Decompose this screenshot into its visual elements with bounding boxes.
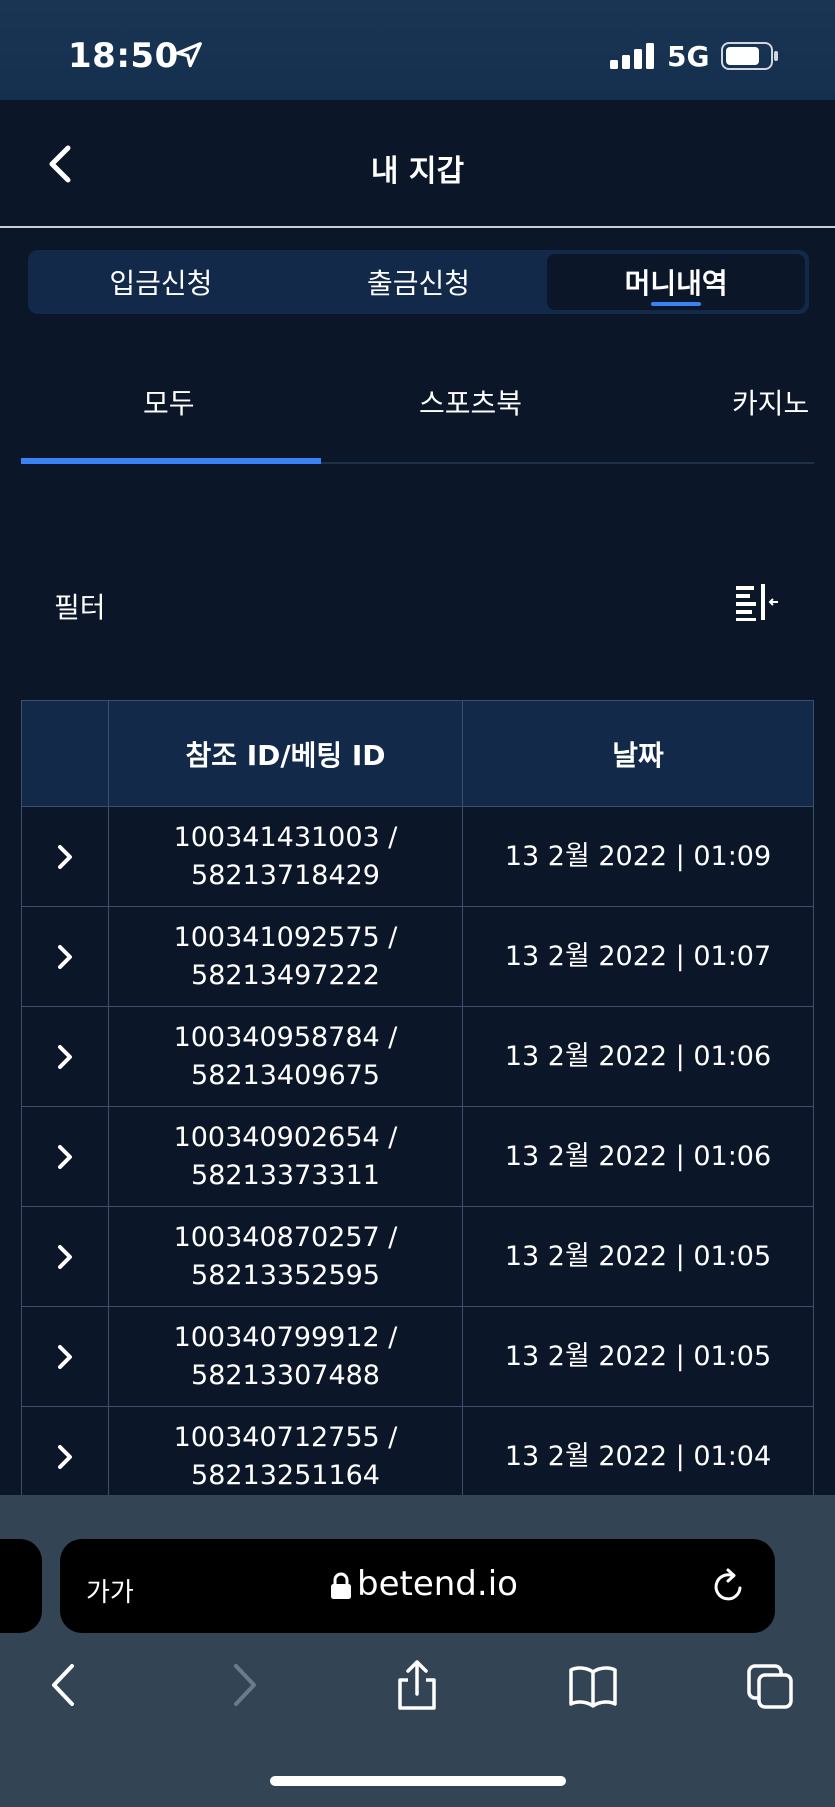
expand-row-button[interactable]: [21, 1006, 109, 1107]
tab-sportsbook[interactable]: 스포츠북: [419, 382, 522, 422]
lock-icon: [331, 1572, 351, 1599]
filter-sort-icon[interactable]: [733, 582, 781, 622]
app-header: 내 지갑: [0, 100, 835, 228]
bookmarks-icon[interactable]: [568, 1658, 618, 1712]
date-cell: 13 2월 2022 | 01:04: [462, 1406, 814, 1507]
chevron-right-icon: [58, 1244, 72, 1269]
header-date: 날짜: [462, 700, 814, 807]
chevron-right-icon: [58, 1344, 72, 1369]
table-row: 100340902654 / 58213373311 13 2월 2022 | 0…: [21, 1106, 814, 1207]
bet-id: 58213373311: [191, 1159, 380, 1191]
ref-id: 100340958784 /: [173, 1021, 398, 1053]
network-type: 5G: [667, 40, 710, 73]
battery-icon: [721, 42, 778, 70]
expand-row-button[interactable]: [21, 1406, 109, 1507]
ref-id: 100340799912 /: [173, 1321, 398, 1353]
ref-bet-id-cell: 100341431003 / 58213718429: [108, 806, 463, 907]
money-history-table: 참조 ID/베팅 ID 날짜 100341431003 / 58213718429…: [21, 700, 814, 1507]
tab-all[interactable]: 모두: [143, 382, 195, 422]
chevron-right-icon: [58, 1144, 72, 1169]
ref-bet-id-cell: 100340958784 / 58213409675: [108, 1006, 463, 1107]
ref-id: 100340902654 /: [173, 1121, 398, 1153]
date-cell: 13 2월 2022 | 01:07: [462, 906, 814, 1007]
date-cell: 13 2월 2022 | 01:06: [462, 1106, 814, 1207]
page-title: 내 지갑: [370, 154, 465, 189]
bet-id: 58213497222: [191, 959, 380, 991]
table-header-row: 참조 ID/베팅 ID 날짜: [21, 700, 814, 807]
table-row: 100341431003 / 58213718429 13 2월 2022 | 0…: [21, 806, 814, 907]
bet-id: 58213352595: [191, 1259, 380, 1291]
url-domain[interactable]: betend.io: [357, 1564, 518, 1604]
text-size-button[interactable]: 가가: [86, 1572, 134, 1609]
active-category-indicator: [21, 458, 321, 464]
tab-label: 출금신청: [366, 267, 471, 300]
bet-id: 58213718429: [191, 859, 380, 891]
table-row: 100341092575 / 58213497222 13 2월 2022 | 0…: [21, 906, 814, 1007]
tab-money-history[interactable]: 머니내역: [547, 254, 806, 310]
chevron-right-icon: [58, 1444, 72, 1469]
chevron-right-icon: [58, 1044, 72, 1069]
table-row: 100340958784 / 58213409675 13 2월 2022 | 0…: [21, 1006, 814, 1107]
ref-id: 100340870257 /: [173, 1221, 398, 1253]
category-tabs: 모두 스포츠북 카지노: [21, 360, 814, 464]
bet-id: 58213251164: [191, 1459, 380, 1491]
date-cell: 13 2월 2022 | 01:09: [462, 806, 814, 907]
browser-forward-icon[interactable]: [218, 1658, 268, 1712]
expand-row-button[interactable]: [21, 806, 109, 907]
date-cell: 13 2월 2022 | 01:05: [462, 1206, 814, 1307]
header-expand: [21, 700, 109, 807]
ref-id: 100341092575 /: [173, 921, 398, 953]
header-ref-id: 참조 ID/베팅 ID: [108, 700, 463, 807]
expand-row-button[interactable]: [21, 1206, 109, 1307]
ref-bet-id-cell: 100340870257 / 58213352595: [108, 1206, 463, 1307]
table-row: 100340799912 / 58213307488 13 2월 2022 | 0…: [21, 1306, 814, 1407]
ref-bet-id-cell: 100341092575 / 58213497222: [108, 906, 463, 1007]
previous-tab-edge[interactable]: [0, 1539, 42, 1633]
chevron-right-icon: [58, 844, 72, 869]
date-cell: 13 2월 2022 | 01:05: [462, 1306, 814, 1407]
ref-id: 100341431003 /: [173, 821, 398, 853]
location-arrow-icon: [176, 42, 202, 68]
status-bar: 18:50 5G: [0, 0, 835, 100]
date-cell: 13 2월 2022 | 01:06: [462, 1006, 814, 1107]
ref-bet-id-cell: 100340902654 / 58213373311: [108, 1106, 463, 1207]
share-icon[interactable]: [392, 1658, 442, 1712]
ref-bet-id-cell: 100340712755 / 58213251164: [108, 1406, 463, 1507]
tabs-icon[interactable]: [746, 1658, 796, 1712]
active-tab-indicator: [651, 302, 702, 306]
expand-row-button[interactable]: [21, 1306, 109, 1407]
chevron-right-icon: [58, 944, 72, 969]
tab-label: 입금신청: [109, 267, 213, 300]
tab-casino[interactable]: 카지노: [732, 382, 809, 422]
browser-back-icon[interactable]: [40, 1658, 90, 1712]
filter-label: 필터: [54, 591, 106, 624]
status-time: 18:50: [68, 36, 179, 76]
expand-row-button[interactable]: [21, 906, 109, 1007]
expand-row-button[interactable]: [21, 1106, 109, 1207]
bet-id: 58213409675: [191, 1059, 380, 1091]
wallet-segment-tabs: 입금신청 출금신청 머니내역: [28, 250, 809, 314]
reload-icon[interactable]: [711, 1566, 747, 1606]
tab-deposit-request[interactable]: 입금신청: [32, 254, 290, 310]
tab-label: 머니내역: [624, 267, 728, 300]
table-row: 100340870257 / 58213352595 13 2월 2022 | 0…: [21, 1206, 814, 1307]
ref-id: 100340712755 /: [173, 1421, 398, 1453]
tab-withdraw-request[interactable]: 출금신청: [290, 254, 548, 310]
cellular-signal-icon: [610, 43, 654, 69]
ref-bet-id-cell: 100340799912 / 58213307488: [108, 1306, 463, 1407]
table-row: 100340712755 / 58213251164 13 2월 2022 | 0…: [21, 1406, 814, 1507]
bet-id: 58213307488: [191, 1359, 380, 1391]
home-indicator: [270, 1776, 566, 1786]
